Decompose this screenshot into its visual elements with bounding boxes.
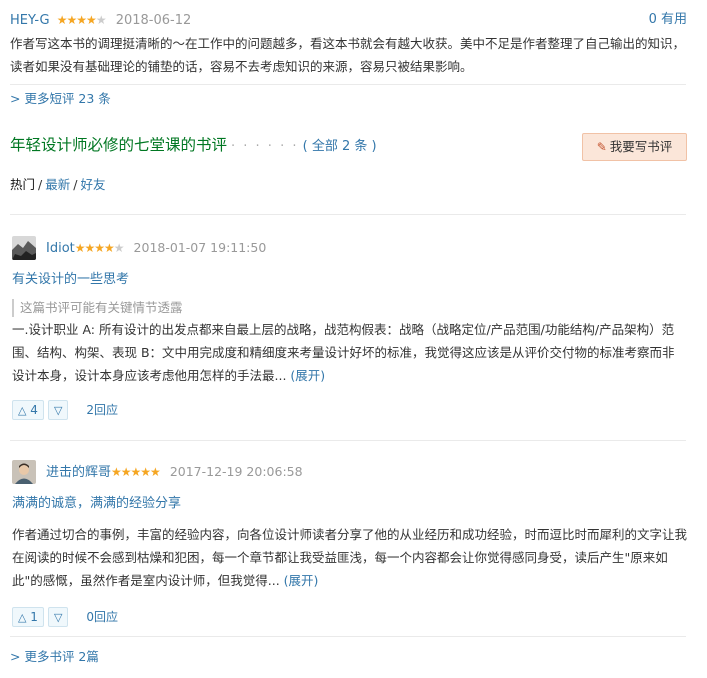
title-dots: · · · · · ·	[231, 139, 299, 154]
triangle-up-icon: △	[18, 404, 27, 417]
section-title: 年轻设计师必修的七堂课的书评	[10, 136, 228, 154]
useful-vote: 0 有用	[649, 10, 687, 30]
all-reviews-link[interactable]: ( 全部 2 条 )	[303, 139, 377, 154]
filter-friends[interactable]: 好友	[80, 177, 105, 192]
rating-stars: ★★★★★	[111, 465, 161, 479]
review-actions: △ 4 ▽ 2回应	[12, 400, 118, 420]
triangle-down-icon: ▽	[53, 404, 63, 417]
divider	[10, 84, 686, 85]
review-header: Idiot★★★★★ 2018-01-07 19:11:50	[10, 236, 687, 260]
write-review-label: 我要写书评	[609, 139, 673, 154]
review-header: 进击的辉哥★★★★★ 2017-12-19 20:06:58	[10, 460, 687, 484]
filter-hot[interactable]: 热门	[10, 177, 35, 192]
filter-separator: /	[73, 177, 78, 192]
review-date: 2018-01-07 19:11:50	[133, 240, 267, 255]
more-short-comments-link[interactable]: > 更多短评 23 条	[10, 90, 111, 108]
triangle-up-icon: △	[18, 611, 27, 624]
short-comment-header: HEY-G ★★★★★ 2018-06-12 0 有用	[10, 10, 687, 30]
filter-latest[interactable]: 最新	[45, 177, 70, 192]
downvote-button[interactable]: ▽	[47, 400, 69, 420]
upvote-count: 1	[30, 610, 38, 624]
divider	[10, 214, 686, 215]
useful-count: 0	[648, 12, 657, 27]
rating-stars: ★★★★★	[56, 13, 107, 27]
expand-link[interactable]: (展开)	[284, 573, 319, 588]
review-item: Idiot★★★★★ 2018-01-07 19:11:50 有关设计的一些思考 …	[10, 236, 687, 426]
downvote-button[interactable]: ▽	[47, 607, 69, 627]
useful-button[interactable]: 有用	[661, 12, 687, 27]
review-author: Idiot★★★★★ 2018-01-07 19:11:50	[46, 236, 266, 261]
more-reviews-link[interactable]: > 更多书评 2篇	[10, 648, 99, 666]
avatar[interactable]	[12, 236, 36, 260]
review-excerpt-text: 一.设计职业 A: 所有设计的出发点都来自最上层的战略，战范构假表：战略（战略定…	[12, 322, 675, 383]
review-author-link[interactable]: Idiot	[46, 241, 75, 256]
upvote-button[interactable]: △ 4	[12, 400, 44, 420]
short-comment-text: 作者写这本书的调理挺清晰的～在工作中的问题越多，看这本书就会有越大收获。美中不足…	[10, 36, 686, 74]
review-title-link[interactable]: 有关设计的一些思考	[12, 270, 129, 290]
upvote-button[interactable]: △ 1	[12, 607, 44, 627]
divider	[10, 636, 686, 637]
replies-link[interactable]: 2回应	[86, 403, 118, 417]
triangle-down-icon: ▽	[53, 611, 63, 624]
review-excerpt: 作者通过切合的事例，丰富的经验内容，向各位设计师读者分享了他的从业经历和成功经验…	[12, 523, 687, 592]
review-title-link[interactable]: 满满的诚意，满满的经验分享	[12, 494, 181, 514]
review-excerpt-text: 作者通过切合的事例，丰富的经验内容，向各位设计师读者分享了他的从业经历和成功经验…	[12, 527, 688, 588]
rating-stars: ★★★★★	[74, 241, 125, 255]
divider	[10, 440, 686, 441]
review-date: 2017-12-19 20:06:58	[169, 464, 303, 479]
short-comment-date: 2018-06-12	[115, 13, 192, 28]
review-item: 进击的辉哥★★★★★ 2017-12-19 20:06:58 满满的诚意，满满的经…	[10, 460, 687, 640]
upvote-count: 4	[30, 403, 38, 417]
review-actions: △ 1 ▽ 0回应	[12, 607, 118, 627]
short-comment-user-link[interactable]: HEY-G	[10, 13, 50, 28]
pencil-icon: ✎	[596, 140, 607, 154]
spoiler-notice: 这篇书评可能有关键情节透露	[12, 299, 183, 317]
review-filter-bar: 热门 / 最新 / 好友	[10, 175, 105, 195]
reviews-section-heading: 年轻设计师必修的七堂课的书评 · · · · · · ( 全部 2 条 )	[10, 133, 377, 159]
expand-link[interactable]: (展开)	[290, 368, 325, 383]
replies-link[interactable]: 0回应	[86, 610, 118, 624]
review-author: 进击的辉哥★★★★★ 2017-12-19 20:06:58	[46, 460, 303, 485]
avatar[interactable]	[12, 460, 36, 484]
review-excerpt: 一.设计职业 A: 所有设计的出发点都来自最上层的战略，战范构假表：战略（战略定…	[12, 318, 687, 387]
write-review-button[interactable]: ✎ 我要写书评	[582, 133, 687, 161]
review-author-link[interactable]: 进击的辉哥	[46, 465, 111, 480]
filter-separator: /	[38, 177, 43, 192]
